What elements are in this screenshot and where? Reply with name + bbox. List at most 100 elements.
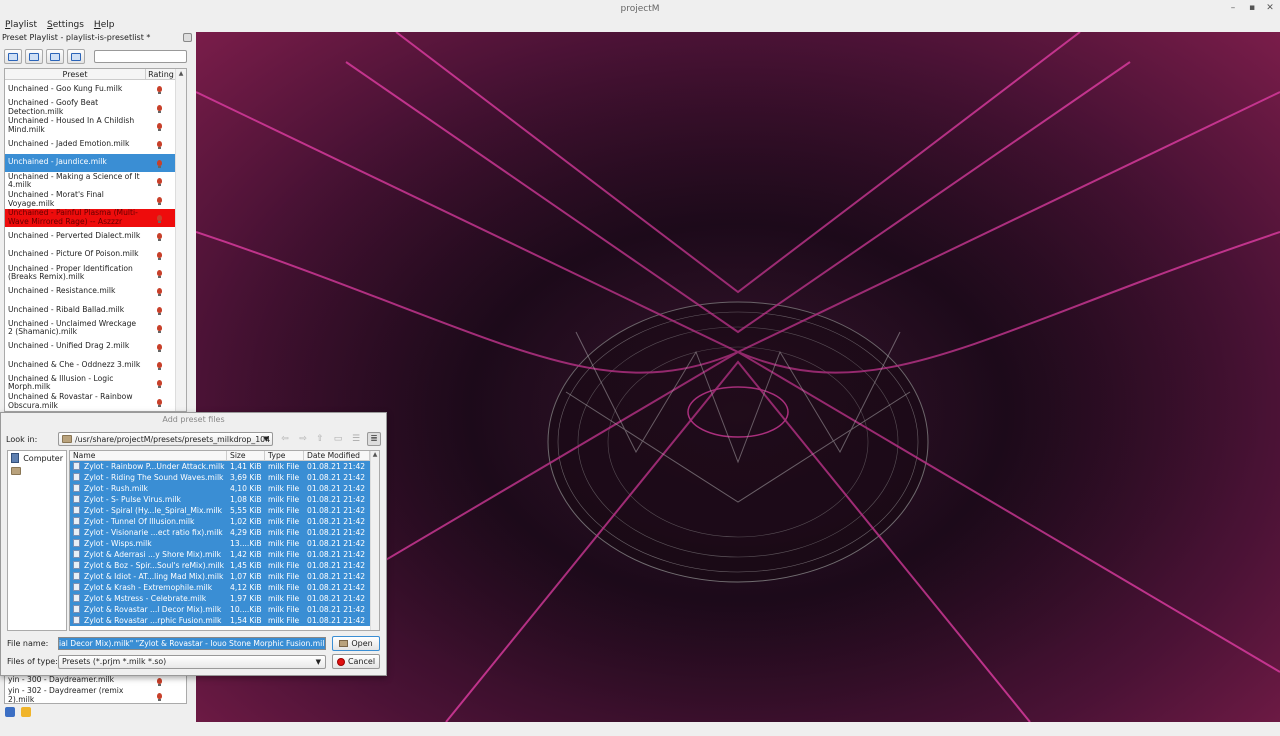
minimize-icon[interactable]: – (1226, 3, 1240, 13)
close-icon[interactable]: ✕ (1263, 3, 1277, 13)
file-row[interactable]: Zylot - Wisps.milk 13....KiB milk File 01.0… (70, 538, 370, 549)
forward-icon[interactable]: ⇨ (296, 432, 310, 446)
rating-cell[interactable] (143, 214, 176, 223)
playlist-row[interactable]: Unchained - Goo Kung Fu.milk (5, 80, 176, 98)
file-name-input[interactable]: ial Decor Mix).milk" "Zylot & Rovastar -… (58, 637, 326, 650)
file-row[interactable]: Zylot - Tunnel Of Illusion.milk 1,02 KiB m… (70, 516, 370, 527)
file-size: 3,69 KiB (230, 473, 262, 482)
file-row[interactable]: Zylot & Rovastar ...l Decor Mix).milk 10.… (70, 604, 370, 615)
file-row[interactable]: Zylot & Mstress - Celebrate.milk 1,97 KiB… (70, 593, 370, 604)
playlist-row[interactable]: yin - 302 - Daydreamer (remix 2).milk (5, 687, 176, 703)
rating-cell[interactable] (143, 380, 176, 389)
rating-cell[interactable] (143, 178, 176, 187)
open-playlist-button[interactable] (67, 49, 85, 64)
file-row[interactable]: Zylot - Riding The Sound Waves.milk 3,69 … (70, 472, 370, 483)
column-size[interactable]: Size (227, 451, 265, 460)
file-date: 01.08.21 21:42 (307, 594, 366, 603)
maximize-icon[interactable]: ▪ (1245, 3, 1259, 13)
parent-dir-icon[interactable]: ⇧ (313, 432, 327, 446)
new-folder-icon[interactable]: ▭ (331, 432, 345, 446)
playlist-row[interactable]: Unchained - Unclaimed Wreckage 2 (Shaman… (5, 319, 176, 337)
rating-cell[interactable] (143, 306, 176, 315)
rating-cell[interactable] (143, 86, 176, 95)
files-of-type-select[interactable]: Presets (*.prjm *.milk *.so) ▼ (58, 655, 326, 669)
edit-icon (29, 52, 39, 61)
rating-cell[interactable] (143, 141, 176, 150)
rating-cell[interactable] (143, 104, 176, 113)
file-name-cell: Zylot - Spiral (Hy...le_Spiral_Mix.milk (70, 505, 227, 516)
playlist-tail-rows: yin - 300 - Daydreamer.milk yin - 302 - D… (5, 673, 186, 703)
column-type[interactable]: Type (265, 451, 304, 460)
file-row[interactable]: Zylot & Rovastar ...rphic Fusion.milk 1,5… (70, 615, 370, 626)
search-input[interactable] (94, 50, 187, 63)
rating-cell[interactable] (143, 122, 176, 131)
playlist-row[interactable]: Unchained & Che - Oddnezz 3.milk (5, 356, 176, 374)
cancel-button[interactable]: Cancel (332, 654, 380, 669)
column-date[interactable]: Date Modified (304, 451, 370, 460)
menu-playlist[interactable]: Playlist (0, 19, 42, 32)
column-rating[interactable]: Rating (146, 69, 176, 79)
playlist-row[interactable]: Unchained & Illusion - Logic Morph.milk (5, 374, 176, 392)
playlist-row[interactable]: Unchained - Painful Plasma (Multi-Wave M… (5, 208, 176, 228)
playlist-row[interactable]: Unchained - Ribald Ballad.milk (5, 301, 176, 319)
file-size: 1,42 KiB (230, 550, 262, 559)
column-preset[interactable]: Preset (5, 69, 146, 79)
playlist-row[interactable]: Unchained - Jaded Emotion.milk (5, 135, 176, 153)
file-row[interactable]: Zylot & Aderrasi ...y Shore Mix).milk 1,4… (70, 549, 370, 560)
add-preset-button[interactable] (4, 49, 22, 64)
file-row[interactable]: Zylot - Rush.milk 4,10 KiB milk File 01.08.… (70, 483, 370, 494)
shuffle-icon[interactable] (5, 707, 15, 717)
rating-cell[interactable] (143, 196, 176, 205)
playlist-scrollbar[interactable]: ▲ (175, 69, 186, 411)
edit-button[interactable] (25, 49, 43, 64)
rating-cell[interactable] (143, 692, 176, 701)
rating-cell[interactable] (143, 159, 176, 168)
back-icon[interactable]: ⇦ (278, 432, 292, 446)
rating-cell[interactable] (143, 251, 176, 260)
rating-cell[interactable] (143, 270, 176, 279)
playlist-row[interactable]: Unchained - Making a Science of It 4.mil… (5, 172, 176, 190)
lock-icon[interactable] (21, 707, 31, 717)
playlist-row[interactable]: Unchained - Resistance.milk (5, 282, 176, 300)
file-row[interactable]: Zylot - Rainbow P...Under Attack.milk 1,4… (70, 461, 370, 472)
file-size: 4,10 KiB (230, 484, 262, 493)
column-name[interactable]: Name (70, 451, 227, 460)
rating-cell[interactable] (143, 233, 176, 242)
dock-float-icon[interactable] (183, 33, 192, 42)
playlist-row[interactable]: Unchained - Perverted Dialect.milk (5, 227, 176, 245)
file-row[interactable]: Zylot & Idiot - AT...ling Mad Mix).milk 1… (70, 571, 370, 582)
look-in-select[interactable]: /usr/share/projectM/presets/presets_milk… (58, 432, 273, 446)
playlist-row[interactable]: Unchained - Unified Drag 2.milk (5, 337, 176, 355)
playlist-row[interactable]: Unchained - Jaundice.milk (5, 153, 176, 172)
rating-cell[interactable] (143, 288, 176, 297)
open-button[interactable]: Open (332, 636, 380, 651)
preset-name: Unchained - Unified Drag 2.milk (8, 342, 130, 351)
file-list-scrollbar[interactable]: ▲ (370, 451, 379, 630)
sidebar-item-computer[interactable]: Computer (8, 451, 66, 465)
window-title: projectM (620, 4, 660, 14)
rating-cell[interactable] (143, 677, 176, 686)
playlist-row[interactable]: Unchained & Rovastar - Rainbow Obscura.m… (5, 393, 176, 411)
file-row[interactable]: Zylot & Krash - Extremophile.milk 4,12 Ki… (70, 582, 370, 593)
playlist-row[interactable]: Unchained - Picture Of Poison.milk (5, 246, 176, 264)
save-button[interactable] (46, 49, 64, 64)
menu-help[interactable]: Help (89, 19, 120, 32)
scroll-up-icon[interactable]: ▲ (176, 69, 186, 79)
file-row[interactable]: Zylot - Spiral (Hy...le_Spiral_Mix.milk 5… (70, 505, 370, 516)
playlist-row[interactable]: Unchained - Goofy Beat Detection.milk (5, 98, 176, 116)
rating-cell[interactable] (143, 362, 176, 371)
playlist-row[interactable]: Unchained - Proper Identification (Break… (5, 264, 176, 282)
playlist-row[interactable]: Unchained - Morat's Final Voyage.milk (5, 190, 176, 208)
playlist-row[interactable]: Unchained - Housed In A Childish Mind.mi… (5, 117, 176, 135)
file-row[interactable]: Zylot - S- Pulse Virus.milk 1,08 KiB milk … (70, 494, 370, 505)
detail-view-icon[interactable]: ≣ (367, 432, 381, 446)
sidebar-item-folder[interactable] (8, 465, 66, 477)
file-date: 01.08.21 21:42 (307, 462, 366, 471)
menu-settings[interactable]: Settings (42, 19, 89, 32)
rating-cell[interactable] (143, 343, 176, 352)
file-row[interactable]: Zylot & Boz - Spir...Soul's reMix).milk 1… (70, 560, 370, 571)
list-view-icon[interactable]: ☰ (349, 432, 363, 446)
rating-cell[interactable] (143, 398, 176, 407)
file-row[interactable]: Zylot - Visionarie ...ect ratio fix).mil… (70, 527, 370, 538)
rating-cell[interactable] (143, 325, 176, 334)
